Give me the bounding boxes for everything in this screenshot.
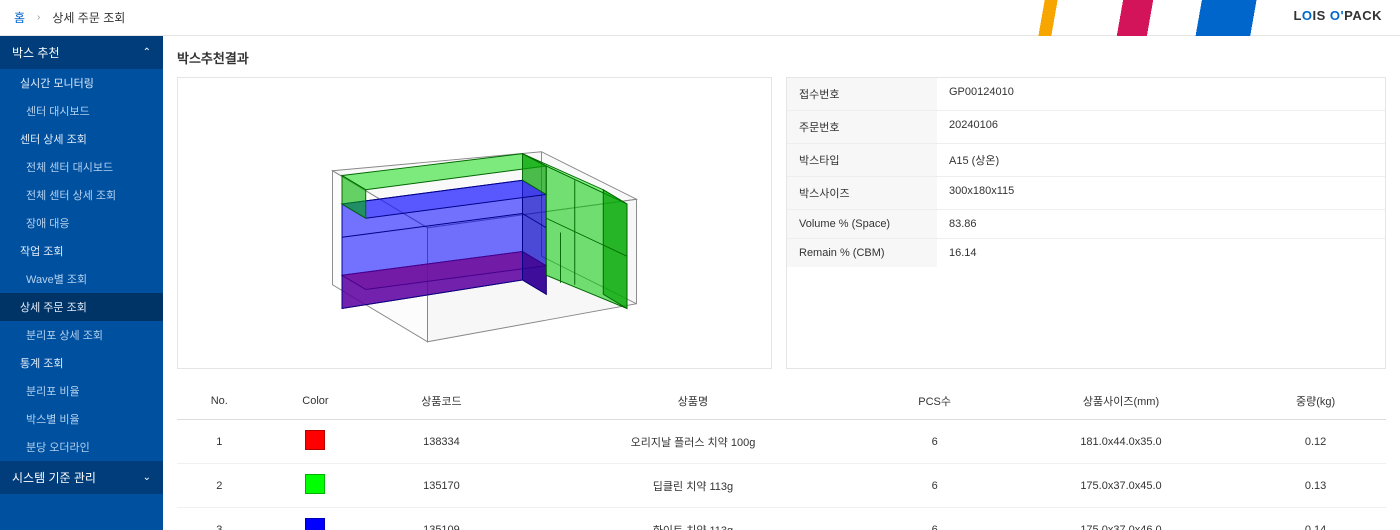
- info-row-2: 박스타입A15 (상온): [787, 144, 1385, 177]
- sidebar-item-3[interactable]: 전체 센터 대시보드: [0, 153, 163, 181]
- page-title: 박스추천결과: [177, 48, 1386, 67]
- sidebar-section-system[interactable]: 시스템 기준 관리 ⌄: [0, 461, 163, 494]
- info-row-1: 주문번호20240106: [787, 111, 1385, 144]
- chevron-right-icon: ›: [37, 12, 40, 23]
- sidebar-item-6[interactable]: 작업 조회: [0, 237, 163, 265]
- box-3d-icon: [275, 95, 674, 352]
- table-cell: 6: [872, 464, 996, 508]
- info-value: 16.14: [937, 239, 1385, 267]
- table-cell: [262, 420, 370, 464]
- chevron-down-icon: ⌄: [143, 472, 151, 483]
- table-row: 1 138334오리지날 플러스 치약 100g6181.0x44.0x35.00…: [177, 420, 1386, 464]
- sidebar-item-9[interactable]: 분리포 상세 조회: [0, 321, 163, 349]
- sidebar: 박스 추천 ⌃ 실시간 모니터링센터 대시보드센터 상세 조회전체 센터 대시보…: [0, 36, 163, 530]
- header: 홈 › 상세 주문 조회 LOIS O'PACK: [0, 0, 1400, 36]
- table-header: 상품명: [513, 383, 872, 420]
- info-value: A15 (상온): [937, 144, 1385, 176]
- table-cell: [262, 508, 370, 530]
- chevron-up-icon: ⌃: [143, 47, 151, 58]
- table-cell: 0.13: [1245, 464, 1386, 508]
- info-label: 주문번호: [787, 111, 937, 143]
- info-panel: 접수번호GP00124010주문번호20240106박스타입A15 (상온)박스…: [786, 77, 1386, 369]
- table-header: 상품사이즈(mm): [997, 383, 1245, 420]
- info-label: 박스타입: [787, 144, 937, 176]
- info-row-4: Volume % (Space)83.86: [787, 210, 1385, 239]
- table-cell: 2: [177, 464, 262, 508]
- color-swatch: [305, 430, 325, 450]
- table-cell: 181.0x44.0x35.0: [997, 420, 1245, 464]
- sidebar-item-4[interactable]: 전체 센터 상세 조회: [0, 181, 163, 209]
- info-label: Remain % (CBM): [787, 239, 937, 267]
- info-value: 20240106: [937, 111, 1385, 143]
- table-header: 중량(kg): [1245, 383, 1386, 420]
- info-label: 접수번호: [787, 78, 937, 110]
- sidebar-item-5[interactable]: 장애 대응: [0, 209, 163, 237]
- info-row-5: Remain % (CBM)16.14: [787, 239, 1385, 267]
- items-table: No.Color상품코드상품명PCS수상품사이즈(mm)중량(kg) 1 1383…: [177, 383, 1386, 530]
- table-cell: 0.12: [1245, 420, 1386, 464]
- color-swatch: [305, 474, 325, 494]
- table-cell: 6: [872, 420, 996, 464]
- table-header: Color: [262, 383, 370, 420]
- info-label: 박스사이즈: [787, 177, 937, 209]
- info-value: 300x180x115: [937, 177, 1385, 209]
- table-cell: 6: [872, 508, 996, 530]
- table-cell: 딥클린 치약 113g: [513, 464, 872, 508]
- table-cell: 138334: [369, 420, 513, 464]
- table-header: No.: [177, 383, 262, 420]
- sidebar-item-7[interactable]: Wave별 조회: [0, 265, 163, 293]
- table-header: 상품코드: [369, 383, 513, 420]
- table-row: 3 135109화이트 치약 113g6175.0x37.0x46.00.14: [177, 508, 1386, 530]
- sidebar-item-2[interactable]: 센터 상세 조회: [0, 125, 163, 153]
- sidebar-item-8[interactable]: 상세 주문 조회: [0, 293, 163, 321]
- sidebar-section-box[interactable]: 박스 추천 ⌃: [0, 36, 163, 69]
- info-label: Volume % (Space): [787, 210, 937, 238]
- breadcrumb-home[interactable]: 홈: [14, 9, 25, 26]
- info-row-3: 박스사이즈300x180x115: [787, 177, 1385, 210]
- sidebar-item-1[interactable]: 센터 대시보드: [0, 97, 163, 125]
- table-cell: 135170: [369, 464, 513, 508]
- table-cell: 3: [177, 508, 262, 530]
- table-cell: 0.14: [1245, 508, 1386, 530]
- table-cell: 175.0x37.0x46.0: [997, 508, 1245, 530]
- logo: LOIS O'PACK: [1293, 8, 1382, 23]
- table-cell: 1: [177, 420, 262, 464]
- sidebar-item-10[interactable]: 통계 조회: [0, 349, 163, 377]
- table-cell: 화이트 치약 113g: [513, 508, 872, 530]
- header-decoration: [1000, 0, 1280, 36]
- info-row-0: 접수번호GP00124010: [787, 78, 1385, 111]
- table-cell: 175.0x37.0x45.0: [997, 464, 1245, 508]
- breadcrumb-current: 상세 주문 조회: [52, 9, 125, 26]
- info-value: GP00124010: [937, 78, 1385, 110]
- sidebar-item-0[interactable]: 실시간 모니터링: [0, 69, 163, 97]
- breadcrumb: 홈 › 상세 주문 조회: [0, 9, 125, 26]
- table-row: 2 135170딥클린 치약 113g6175.0x37.0x45.00.13: [177, 464, 1386, 508]
- main-content: 박스추천결과: [163, 36, 1400, 530]
- info-value: 83.86: [937, 210, 1385, 238]
- table-cell: 135109: [369, 508, 513, 530]
- table-cell: 오리지날 플러스 치약 100g: [513, 420, 872, 464]
- table-header: PCS수: [872, 383, 996, 420]
- table-cell: [262, 464, 370, 508]
- color-swatch: [305, 518, 325, 530]
- 3d-box-visualization[interactable]: [177, 77, 772, 369]
- sidebar-item-13[interactable]: 분당 오더라인: [0, 433, 163, 461]
- sidebar-item-12[interactable]: 박스별 비율: [0, 405, 163, 433]
- sidebar-item-11[interactable]: 분리포 비율: [0, 377, 163, 405]
